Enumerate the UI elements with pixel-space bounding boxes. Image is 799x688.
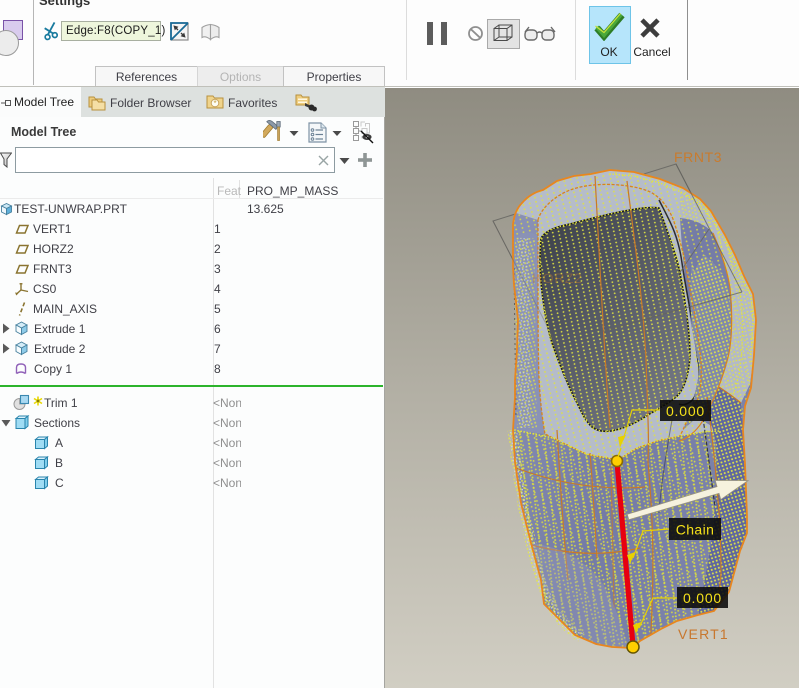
svg-text:0.000: 0.000: [683, 590, 722, 606]
svg-text:Chain: Chain: [676, 522, 715, 538]
svg-text:HORZ2: HORZ2: [532, 270, 582, 286]
svg-text:VERT1: VERT1: [678, 626, 729, 642]
svg-text:*: *: [213, 99, 216, 108]
svg-text:FRNT3: FRNT3: [674, 149, 722, 165]
svg-text:0.000: 0.000: [666, 403, 705, 419]
